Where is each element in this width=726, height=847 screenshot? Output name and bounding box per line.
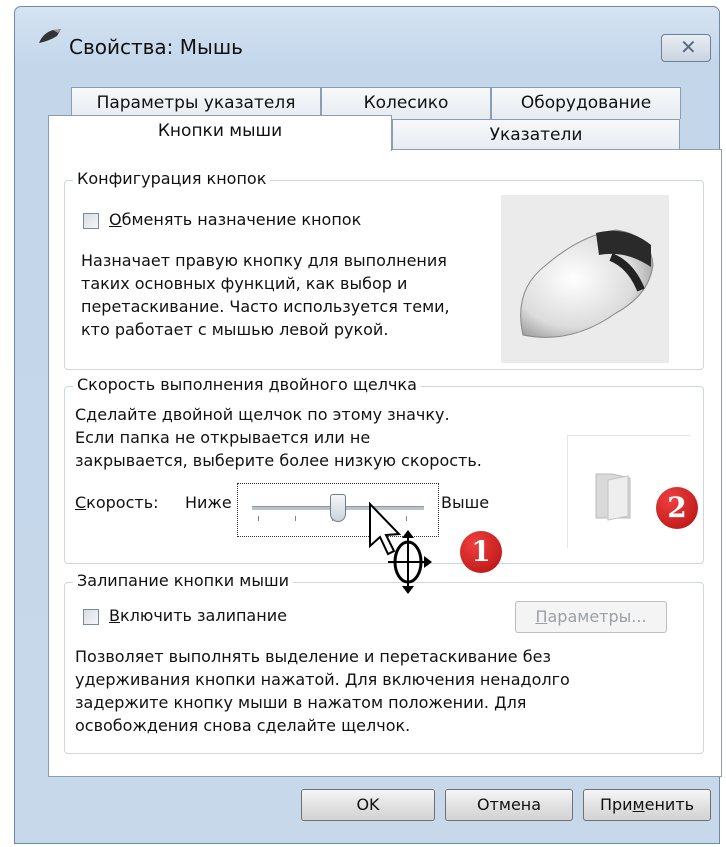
enable-click-lock-checkbox[interactable] — [83, 609, 99, 625]
mouse-properties-window: Свойства: Мышь ✕ Параметры указателя Кол… — [14, 6, 722, 844]
mouse-icon — [39, 29, 61, 43]
button-config-description: Назначает правую кнопку для выполнения т… — [81, 251, 450, 339]
swap-buttons-label[interactable]: Обменять назначение кнопок — [109, 210, 361, 229]
callout-badge-2: 2 — [656, 487, 698, 529]
apply-button[interactable]: Применить — [583, 789, 711, 821]
enable-click-lock-label[interactable]: Включить залипание — [109, 606, 287, 625]
double-click-description: Сделайте двойной щелчок по этому значку.… — [75, 405, 482, 470]
tab-hardware[interactable]: Оборудование — [491, 87, 681, 119]
mouse-illustration — [520, 229, 654, 338]
double-click-legend: Скорость выполнения двойного щелчка — [73, 375, 421, 394]
click-lock-legend: Залипание кнопки мыши — [73, 571, 294, 590]
window-title: Свойства: Мышь — [69, 35, 243, 59]
swap-buttons-checkbox[interactable] — [83, 213, 99, 229]
tab-buttons[interactable]: Кнопки мыши — [48, 115, 392, 151]
mouse-image-frame — [501, 195, 669, 363]
click-lock-settings-button[interactable]: Параметры... — [515, 601, 667, 633]
arrow-cursor-icon — [369, 501, 402, 556]
close-icon: ✕ — [680, 35, 697, 59]
speed-label: Скорость: — [75, 493, 159, 512]
title-bar: Свойства: Мышь ✕ — [15, 7, 719, 83]
click-lock-description: Позволяет выполнять выделение и перетаск… — [75, 647, 570, 735]
button-config-group: Конфигурация кнопок Обменять назначение … — [64, 169, 704, 370]
slider-tick — [295, 516, 296, 521]
cursor-overlay — [369, 501, 432, 594]
callout-badge-1: 1 — [460, 531, 502, 573]
button-config-legend: Конфигурация кнопок — [73, 169, 271, 188]
slider-tick — [258, 516, 259, 521]
tab-pointers[interactable]: Указатели — [392, 119, 680, 151]
cancel-button[interactable]: Отмена — [445, 789, 573, 821]
slower-label: Ниже — [185, 493, 232, 512]
speed-slider-thumb[interactable] — [330, 494, 346, 522]
ok-button[interactable]: OK — [301, 789, 435, 821]
close-button[interactable]: ✕ — [661, 34, 711, 62]
faster-label: Выше — [441, 493, 490, 512]
buttons-tab-panel: Конфигурация кнопок Обменять назначение … — [48, 149, 722, 777]
